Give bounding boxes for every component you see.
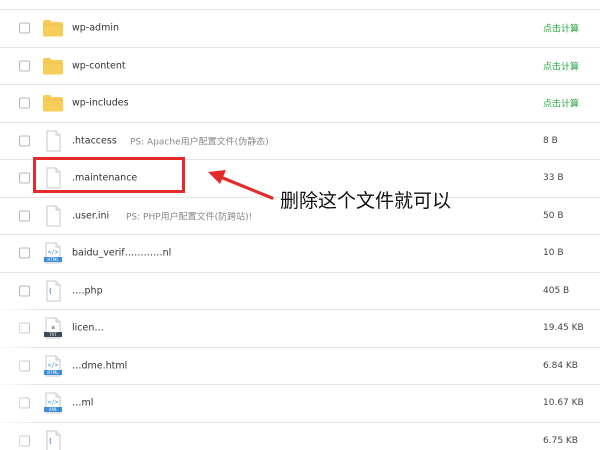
file-row[interactable]: 6.75 KB	[0, 423, 600, 450]
svg-text:≡: ≡	[51, 324, 55, 331]
file-row[interactable]: </> HTML baidu_verif…………nl 10 B	[0, 235, 600, 273]
file-row[interactable]: wp-admin 点击计算	[0, 10, 600, 48]
row-checkbox[interactable]	[19, 397, 30, 409]
row-checkbox[interactable]	[19, 172, 30, 184]
file-size: 50 B	[543, 210, 564, 221]
file-list: wp-admin 点击计算 wp-content 点击计算 wp-includes 点击计…	[0, 10, 600, 450]
row-checkbox[interactable]	[19, 322, 30, 334]
calculate-size-link[interactable]: 点击计算	[543, 97, 579, 110]
svg-text:HTML: HTML	[47, 257, 59, 262]
txt-file-icon: ≡ TXT	[42, 317, 64, 339]
file-icon	[42, 205, 64, 227]
file-icon	[42, 167, 64, 189]
table-header-edge	[0, 0, 600, 10]
file-name[interactable]: wp-admin	[72, 23, 119, 34]
file-name[interactable]: wp-includes	[72, 98, 129, 109]
row-checkbox[interactable]	[19, 210, 30, 222]
calculate-size-link[interactable]: 点击计算	[543, 22, 579, 35]
file-row[interactable]: ….php 405 B	[0, 273, 600, 310]
row-checkbox[interactable]	[19, 285, 30, 297]
file-size: 10.67 KB	[543, 398, 584, 409]
svg-text:XML: XML	[49, 407, 58, 412]
file-size: 6.75 KB	[543, 435, 578, 446]
folder-icon	[42, 92, 64, 114]
row-checkbox[interactable]	[19, 97, 30, 109]
file-name[interactable]: ….php	[72, 285, 103, 296]
row-checkbox[interactable]	[19, 360, 30, 372]
row-checkbox[interactable]	[19, 247, 30, 259]
file-row[interactable]: .htaccess PS: Apache用户配置文件(伪静态) 8 B	[0, 123, 600, 160]
annotation-text: 删除这个文件就可以	[280, 190, 452, 212]
file-row[interactable]: </> HTML …dme.html 6.84 KB	[0, 348, 600, 385]
svg-text:</>: </>	[48, 399, 59, 406]
file-size: 405 B	[543, 285, 570, 296]
file-row[interactable]: wp-includes 点击计算	[0, 85, 600, 123]
php-file-icon	[42, 430, 64, 450]
file-name[interactable]: licen…	[72, 323, 104, 334]
file-note: PS: Apache用户配置文件(伪静态)	[130, 137, 269, 148]
file-row[interactable]: </> XML …ml 10.67 KB	[0, 385, 600, 423]
file-size: 33 B	[543, 173, 564, 184]
row-checkbox[interactable]	[19, 435, 30, 447]
file-size: 19.45 KB	[543, 323, 584, 334]
file-note: PS: PHP用户配置文件(防跨站)!	[126, 212, 253, 223]
xml-file-icon: </> XML	[42, 392, 64, 414]
svg-text:HTML: HTML	[47, 370, 59, 375]
folder-icon	[42, 17, 64, 39]
file-name[interactable]: .user.ini	[72, 210, 109, 221]
svg-text:</>: </>	[48, 362, 59, 369]
file-size: 8 B	[543, 135, 558, 146]
file-name[interactable]: baidu_verif…………nl	[72, 248, 171, 259]
html-file-icon: </> HTML	[42, 355, 64, 377]
file-size: 10 B	[543, 248, 564, 259]
file-icon	[42, 130, 64, 152]
file-name[interactable]: .maintenance	[72, 173, 137, 184]
row-checkbox[interactable]	[19, 60, 30, 72]
file-row[interactable]: ≡ TXT licen… 19.45 KB	[0, 310, 600, 348]
row-checkbox[interactable]	[19, 22, 30, 34]
file-manager: wp-admin 点击计算 wp-content 点击计算 wp-includes 点击计…	[0, 0, 600, 450]
calculate-size-link[interactable]: 点击计算	[543, 59, 579, 72]
file-name[interactable]: .htaccess	[72, 135, 117, 146]
file-row[interactable]: wp-content 点击计算	[0, 48, 600, 85]
file-name[interactable]: …dme.html	[72, 360, 127, 371]
row-checkbox[interactable]	[19, 135, 30, 147]
file-size: 6.84 KB	[543, 360, 578, 371]
svg-text:</>: </>	[48, 249, 59, 256]
file-name[interactable]: …ml	[72, 398, 93, 409]
svg-text:TXT: TXT	[48, 332, 57, 337]
file-name[interactable]: wp-content	[72, 60, 126, 71]
html-file-icon: </> HTML	[42, 242, 64, 264]
folder-icon	[42, 55, 64, 77]
php-file-icon	[42, 280, 64, 302]
